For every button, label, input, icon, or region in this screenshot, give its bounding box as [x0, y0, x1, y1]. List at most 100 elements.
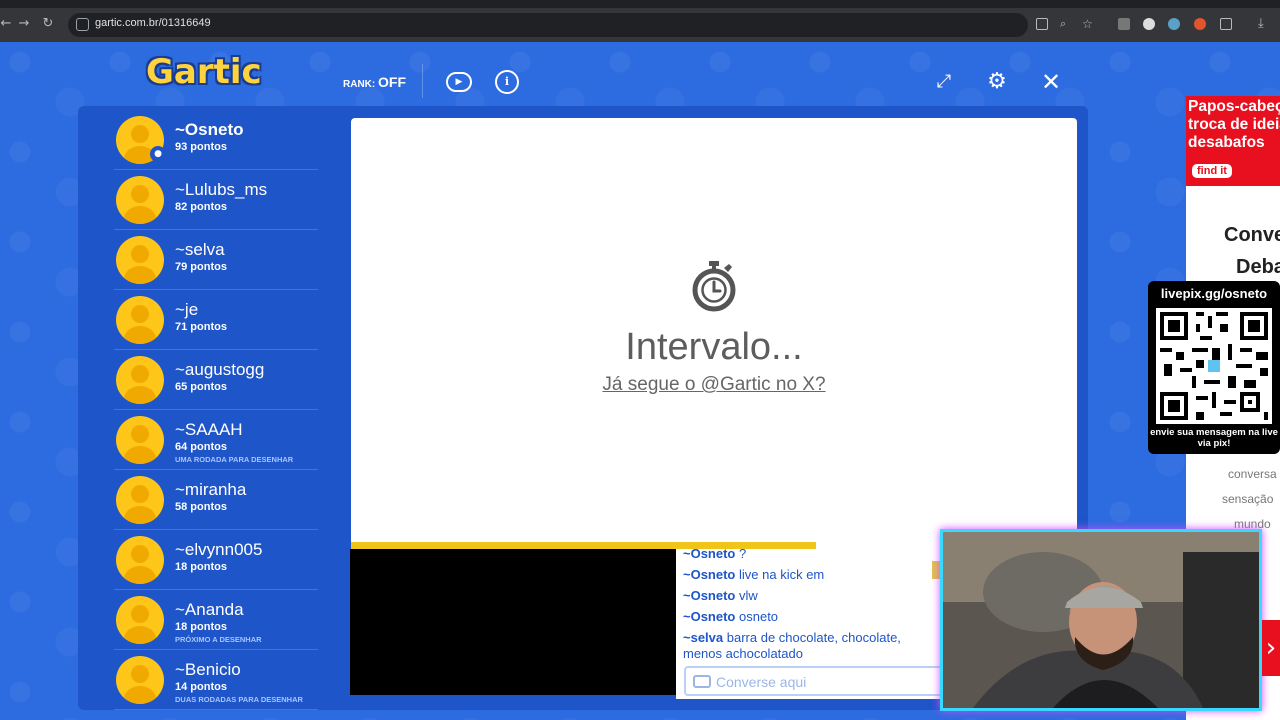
qr-code	[1156, 308, 1272, 424]
chat-bubble-icon	[693, 675, 711, 688]
player-row[interactable]: ~je 71 pontos	[114, 290, 318, 350]
translate-icon[interactable]	[1036, 18, 1048, 30]
interval-title: Intervalo...	[625, 326, 803, 368]
rank-label: RANK:	[343, 79, 376, 90]
player-name: ~Osneto	[175, 120, 244, 139]
chat-input[interactable]	[716, 673, 936, 691]
site-info-icon[interactable]	[76, 18, 89, 31]
player-name: ~augustogg	[175, 360, 265, 379]
avatar	[116, 356, 164, 404]
player-name: ~selva	[175, 240, 225, 259]
chat-text: ?	[739, 549, 747, 561]
chat-user: ~Osneto	[683, 549, 736, 561]
settings-gear-icon[interactable]: ⚙	[985, 70, 1009, 94]
chat-message: ~Osneto ?	[683, 549, 943, 564]
chat-panel: ~Osneto ? ~Osneto live na kick em ~Osneto …	[676, 549, 946, 699]
player-name: ~elvynn005	[175, 540, 263, 559]
url-text: gartic.com.br/01316649	[95, 17, 211, 29]
chat-messages: ~Osneto ? ~Osneto live na kick em ~Osneto …	[683, 549, 943, 662]
player-row[interactable]: ~Benicio 14 pontos DUAS RODADAS PARA DESEN…	[114, 650, 318, 710]
player-name: ~SAAAH	[175, 420, 243, 439]
player-row[interactable]: ~SAAAH 64 pontos UMA RODADA PARA DESENHAR	[114, 410, 318, 470]
avatar	[116, 416, 164, 464]
address-bar[interactable]: gartic.com.br/01316649	[68, 13, 1028, 37]
follow-gartic-link[interactable]: Já segue o @Gartic no X?	[351, 374, 1077, 396]
next-arrow-icon[interactable]: ›	[1262, 620, 1280, 676]
ad-find-it-button[interactable]: find it	[1192, 164, 1232, 178]
avatar	[116, 656, 164, 704]
drawing-canvas[interactable]: Intervalo... Já segue o @Gartic no X?	[351, 118, 1077, 542]
chat-message: ~Osneto vlw	[683, 585, 943, 606]
header-divider	[422, 64, 423, 98]
chat-input-box[interactable]	[684, 666, 946, 696]
ad-line-2: Deba	[1236, 256, 1280, 278]
webcam-feed	[940, 529, 1262, 711]
ad-snippet: sensação	[1222, 492, 1274, 506]
avatar	[116, 296, 164, 344]
webcam-image	[943, 532, 1259, 708]
chat-text: live na kick em	[739, 567, 825, 582]
player-status: DUAS RODADAS PARA DESENHAR	[175, 695, 303, 704]
avatar	[116, 236, 164, 284]
chat-user: ~Osneto	[683, 588, 736, 603]
fullscreen-icon[interactable]: ⤢	[932, 70, 956, 94]
extension-icon[interactable]	[1194, 18, 1206, 30]
ad-headline: Papos-cabeça, troca de ideias, desabafos	[1188, 98, 1280, 151]
player-row[interactable]: ● ~Osneto 93 pontos	[114, 110, 318, 170]
player-name: ~Lulubs_ms	[175, 180, 268, 199]
player-row[interactable]: ~miranha 58 pontos	[114, 470, 318, 530]
player-points: 93 pontos	[175, 141, 227, 153]
avatar	[116, 536, 164, 584]
rank-indicator[interactable]: RANK: OFF	[343, 74, 406, 90]
gartic-logo[interactable]: Gartic	[146, 52, 262, 92]
player-name: ~miranha	[175, 480, 247, 499]
info-icon: i	[504, 75, 510, 88]
player-status: PRÓXIMO A DESENHAR	[175, 635, 262, 644]
avatar	[116, 476, 164, 524]
player-row[interactable]: ~selva 79 pontos	[114, 230, 318, 290]
player-points: 65 pontos	[175, 381, 227, 393]
player-points: 64 pontos	[175, 441, 227, 453]
zoom-icon[interactable]: ⌕	[1060, 18, 1072, 30]
extension-icon[interactable]	[1143, 18, 1155, 30]
extension-icon[interactable]	[1168, 18, 1180, 30]
player-list: ● ~Osneto 93 pontos ~Lulubs_ms 82 pontos ~sel…	[100, 110, 334, 710]
chat-scrollbar[interactable]	[932, 561, 940, 579]
player-row[interactable]: ~augustogg 65 pontos	[114, 350, 318, 410]
chat-user: ~Osneto	[683, 567, 736, 582]
avatar	[116, 176, 164, 224]
bookmark-star-icon[interactable]: ☆	[1082, 18, 1094, 30]
player-row[interactable]: ~elvynn005 18 pontos	[114, 530, 318, 590]
player-name: ~Ananda	[175, 600, 244, 619]
player-points: 71 pontos	[175, 321, 227, 333]
ad-banner[interactable]: Papos-cabeça, troca de ideias, desabafos…	[1186, 96, 1280, 186]
browser-bar: ← → ↻ gartic.com.br/01316649 ⌕ ☆ ⤓	[0, 0, 1280, 42]
extension-icon[interactable]	[1118, 18, 1130, 30]
chat-message: ~Osneto live na kick em	[683, 564, 943, 585]
close-icon[interactable]: ✕	[1039, 70, 1063, 94]
ad-line-1: Conve	[1224, 224, 1280, 246]
back-icon[interactable]: ←	[0, 16, 14, 31]
rank-value: OFF	[378, 74, 406, 90]
player-points: 79 pontos	[175, 261, 227, 273]
player-row[interactable]: ~Lulubs_ms 82 pontos	[114, 170, 318, 230]
ad-snippet: conversa	[1228, 467, 1277, 481]
chat-text: osneto	[739, 609, 779, 624]
user-icon: ●	[150, 146, 166, 162]
forward-icon[interactable]: →	[16, 16, 32, 31]
reload-icon[interactable]: ↻	[40, 16, 56, 31]
player-points: 14 pontos	[175, 681, 227, 693]
chat-text: vlw	[739, 588, 758, 603]
info-button[interactable]: i	[495, 70, 519, 94]
chat-message: ~Osneto osneto	[683, 606, 943, 627]
player-points: 18 pontos	[175, 621, 227, 633]
avatar	[116, 596, 164, 644]
extensions-menu-icon[interactable]	[1220, 18, 1232, 30]
download-icon[interactable]: ⤓	[1258, 17, 1270, 30]
play-video-icon[interactable]: ▶	[446, 72, 472, 92]
player-name: ~je	[175, 300, 199, 319]
chat-user: ~Osneto	[683, 609, 736, 624]
player-row[interactable]: ~Ananda 18 pontos PRÓXIMO A DESENHAR	[114, 590, 318, 650]
qr-caption: envie sua mensagem na live via pix!	[1150, 427, 1278, 449]
livepix-qr-overlay: livepix.gg/osneto envie sua mensagem na …	[1148, 281, 1280, 454]
